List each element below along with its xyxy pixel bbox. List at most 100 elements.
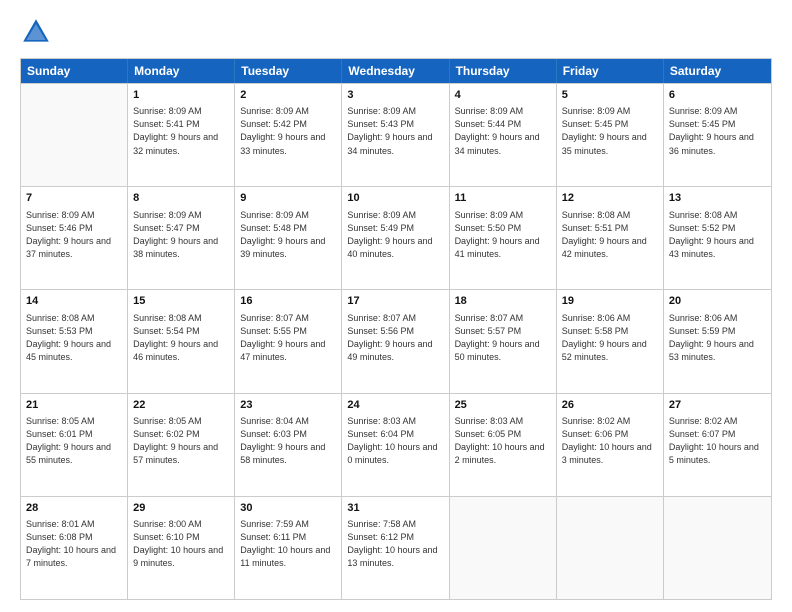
header — [20, 16, 772, 48]
day-number: 12 — [562, 191, 658, 206]
calendar-body: 1 Sunrise: 8:09 AM Sunset: 5:41 PM Daylig… — [21, 83, 771, 599]
cell-info: Sunrise: 8:09 AM Sunset: 5:48 PM Dayligh… — [240, 209, 336, 261]
day-number: 21 — [26, 398, 122, 413]
cell-info: Sunrise: 8:09 AM Sunset: 5:49 PM Dayligh… — [347, 209, 443, 261]
cell-info: Sunrise: 8:08 AM Sunset: 5:53 PM Dayligh… — [26, 312, 122, 364]
day-number: 17 — [347, 294, 443, 309]
cal-row-2: 14Sunrise: 8:08 AM Sunset: 5:53 PM Dayli… — [21, 289, 771, 392]
cal-cell-0-6: 6 Sunrise: 8:09 AM Sunset: 5:45 PM Daylig… — [664, 84, 771, 186]
cell-info: Sunrise: 8:07 AM Sunset: 5:56 PM Dayligh… — [347, 312, 443, 364]
day-number: 1 — [133, 88, 229, 103]
cal-cell-4-3: 31 Sunrise: 7:58 AM Sunset: 6:12 PM Dayli… — [342, 497, 449, 599]
cell-info: Sunrise: 8:06 AM Sunset: 5:58 PM Dayligh… — [562, 312, 658, 364]
cal-row-4: 28Sunrise: 8:01 AM Sunset: 6:08 PM Dayli… — [21, 496, 771, 599]
cell-info: Sunrise: 8:00 AM Sunset: 6:10 PM Dayligh… — [133, 518, 229, 570]
cell-info: Sunrise: 8:09 AM Sunset: 5:46 PM Dayligh… — [26, 209, 122, 261]
cell-info: Sunrise: 8:09 AM Sunset: 5:47 PM Dayligh… — [133, 209, 229, 261]
day-number: 16 — [240, 294, 336, 309]
cal-cell-3-5: 26Sunrise: 8:02 AM Sunset: 6:06 PM Dayli… — [557, 394, 664, 496]
page: SundayMondayTuesdayWednesdayThursdayFrid… — [0, 0, 792, 612]
cell-info: Sunrise: 8:09 AM Sunset: 5:43 PM Dayligh… — [347, 105, 443, 157]
weekday-header-friday: Friday — [557, 59, 664, 83]
cell-info: Sunrise: 8:09 AM Sunset: 5:44 PM Dayligh… — [455, 105, 551, 157]
cal-row-1: 7 Sunrise: 8:09 AM Sunset: 5:46 PM Daylig… — [21, 186, 771, 289]
cal-cell-4-2: 30 Sunrise: 7:59 AM Sunset: 6:11 PM Dayli… — [235, 497, 342, 599]
cal-cell-2-4: 18 Sunrise: 8:07 AM Sunset: 5:57 PM Dayli… — [450, 290, 557, 392]
day-number: 6 — [669, 88, 766, 103]
day-number: 30 — [240, 501, 336, 516]
cal-cell-1-5: 12 Sunrise: 8:08 AM Sunset: 5:51 PM Dayli… — [557, 187, 664, 289]
cal-cell-2-2: 16 Sunrise: 8:07 AM Sunset: 5:55 PM Dayli… — [235, 290, 342, 392]
cell-info: Sunrise: 8:08 AM Sunset: 5:51 PM Dayligh… — [562, 209, 658, 261]
day-number: 15 — [133, 294, 229, 309]
cell-info: Sunrise: 8:04 AM Sunset: 6:03 PM Dayligh… — [240, 415, 336, 467]
day-number: 5 — [562, 88, 658, 103]
logo-icon — [20, 16, 52, 48]
day-number: 23 — [240, 398, 336, 413]
day-number: 13 — [669, 191, 766, 206]
day-number: 3 — [347, 88, 443, 103]
cal-cell-0-5: 5 Sunrise: 8:09 AM Sunset: 5:45 PM Daylig… — [557, 84, 664, 186]
cell-info: Sunrise: 8:09 AM Sunset: 5:42 PM Dayligh… — [240, 105, 336, 157]
cal-cell-1-1: 8 Sunrise: 8:09 AM Sunset: 5:47 PM Daylig… — [128, 187, 235, 289]
cal-cell-3-1: 22 Sunrise: 8:05 AM Sunset: 6:02 PM Dayli… — [128, 394, 235, 496]
cal-cell-2-1: 15Sunrise: 8:08 AM Sunset: 5:54 PM Dayli… — [128, 290, 235, 392]
calendar-header: SundayMondayTuesdayWednesdayThursdayFrid… — [21, 59, 771, 83]
cal-cell-3-4: 25 Sunrise: 8:03 AM Sunset: 6:05 PM Dayli… — [450, 394, 557, 496]
day-number: 18 — [455, 294, 551, 309]
day-number: 7 — [26, 191, 122, 206]
cell-info: Sunrise: 8:05 AM Sunset: 6:01 PM Dayligh… — [26, 415, 122, 467]
cal-cell-1-4: 11 Sunrise: 8:09 AM Sunset: 5:50 PM Dayli… — [450, 187, 557, 289]
cal-cell-1-3: 10 Sunrise: 8:09 AM Sunset: 5:49 PM Dayli… — [342, 187, 449, 289]
day-number: 8 — [133, 191, 229, 206]
cal-cell-4-5 — [557, 497, 664, 599]
day-number: 2 — [240, 88, 336, 103]
cell-info: Sunrise: 7:59 AM Sunset: 6:11 PM Dayligh… — [240, 518, 336, 570]
cell-info: Sunrise: 8:07 AM Sunset: 5:55 PM Dayligh… — [240, 312, 336, 364]
cal-cell-1-6: 13 Sunrise: 8:08 AM Sunset: 5:52 PM Dayli… — [664, 187, 771, 289]
day-number: 27 — [669, 398, 766, 413]
cell-info: Sunrise: 8:05 AM Sunset: 6:02 PM Dayligh… — [133, 415, 229, 467]
day-number: 22 — [133, 398, 229, 413]
weekday-header-monday: Monday — [128, 59, 235, 83]
cell-info: Sunrise: 8:09 AM Sunset: 5:45 PM Dayligh… — [562, 105, 658, 157]
cal-cell-2-3: 17 Sunrise: 8:07 AM Sunset: 5:56 PM Dayli… — [342, 290, 449, 392]
cell-info: Sunrise: 8:09 AM Sunset: 5:45 PM Dayligh… — [669, 105, 766, 157]
cal-cell-4-0: 28Sunrise: 8:01 AM Sunset: 6:08 PM Dayli… — [21, 497, 128, 599]
cal-row-3: 21 Sunrise: 8:05 AM Sunset: 6:01 PM Dayli… — [21, 393, 771, 496]
cal-row-0: 1 Sunrise: 8:09 AM Sunset: 5:41 PM Daylig… — [21, 83, 771, 186]
cell-info: Sunrise: 8:03 AM Sunset: 6:04 PM Dayligh… — [347, 415, 443, 467]
cal-cell-2-0: 14Sunrise: 8:08 AM Sunset: 5:53 PM Dayli… — [21, 290, 128, 392]
cell-info: Sunrise: 8:07 AM Sunset: 5:57 PM Dayligh… — [455, 312, 551, 364]
cell-info: Sunrise: 8:09 AM Sunset: 5:41 PM Dayligh… — [133, 105, 229, 157]
cal-cell-3-6: 27 Sunrise: 8:02 AM Sunset: 6:07 PM Dayli… — [664, 394, 771, 496]
day-number: 10 — [347, 191, 443, 206]
day-number: 24 — [347, 398, 443, 413]
cell-info: Sunrise: 8:01 AM Sunset: 6:08 PM Dayligh… — [26, 518, 122, 570]
calendar: SundayMondayTuesdayWednesdayThursdayFrid… — [20, 58, 772, 600]
weekday-header-wednesday: Wednesday — [342, 59, 449, 83]
day-number: 31 — [347, 501, 443, 516]
cal-cell-2-6: 20Sunrise: 8:06 AM Sunset: 5:59 PM Dayli… — [664, 290, 771, 392]
cal-cell-4-6 — [664, 497, 771, 599]
cell-info: Sunrise: 8:08 AM Sunset: 5:52 PM Dayligh… — [669, 209, 766, 261]
day-number: 19 — [562, 294, 658, 309]
cell-info: Sunrise: 7:58 AM Sunset: 6:12 PM Dayligh… — [347, 518, 443, 570]
cal-cell-0-2: 2 Sunrise: 8:09 AM Sunset: 5:42 PM Daylig… — [235, 84, 342, 186]
weekday-header-sunday: Sunday — [21, 59, 128, 83]
cal-cell-0-3: 3 Sunrise: 8:09 AM Sunset: 5:43 PM Daylig… — [342, 84, 449, 186]
cell-info: Sunrise: 8:06 AM Sunset: 5:59 PM Dayligh… — [669, 312, 766, 364]
cell-info: Sunrise: 8:09 AM Sunset: 5:50 PM Dayligh… — [455, 209, 551, 261]
cal-cell-4-1: 29Sunrise: 8:00 AM Sunset: 6:10 PM Dayli… — [128, 497, 235, 599]
cell-info: Sunrise: 8:02 AM Sunset: 6:07 PM Dayligh… — [669, 415, 766, 467]
cal-cell-0-1: 1 Sunrise: 8:09 AM Sunset: 5:41 PM Daylig… — [128, 84, 235, 186]
cell-info: Sunrise: 8:03 AM Sunset: 6:05 PM Dayligh… — [455, 415, 551, 467]
cal-cell-0-0 — [21, 84, 128, 186]
day-number: 9 — [240, 191, 336, 206]
day-number: 25 — [455, 398, 551, 413]
cal-cell-1-0: 7 Sunrise: 8:09 AM Sunset: 5:46 PM Daylig… — [21, 187, 128, 289]
weekday-header-thursday: Thursday — [450, 59, 557, 83]
cell-info: Sunrise: 8:02 AM Sunset: 6:06 PM Dayligh… — [562, 415, 658, 467]
day-number: 11 — [455, 191, 551, 206]
cal-cell-3-2: 23 Sunrise: 8:04 AM Sunset: 6:03 PM Dayli… — [235, 394, 342, 496]
